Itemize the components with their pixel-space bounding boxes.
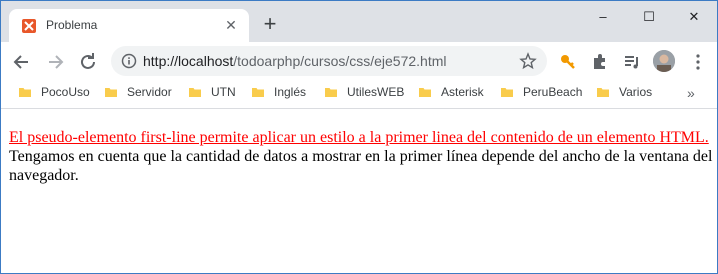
page-content: El pseudo-elemento first-line permite ap… xyxy=(1,109,717,273)
folder-icon xyxy=(189,86,201,98)
bookmarks-bar: PocoUso Servidor UTN Inglés UtilesWEB As… xyxy=(1,80,717,109)
more-menu-icon[interactable] xyxy=(688,52,708,72)
maximize-button[interactable]: ☐ xyxy=(635,7,663,27)
tab-problema[interactable]: Problema ✕ xyxy=(9,9,249,42)
paragraph: El pseudo-elemento first-line permite ap… xyxy=(9,128,713,185)
folder-icon xyxy=(419,86,431,98)
media-queue-icon[interactable] xyxy=(622,52,642,72)
bookmark-label: Inglés xyxy=(274,85,307,99)
bookmark-label: UtilesWEB xyxy=(347,85,405,99)
info-icon[interactable] xyxy=(121,53,137,69)
forward-arrow-icon[interactable] xyxy=(44,51,66,73)
bookmark-label: UTN xyxy=(211,85,236,99)
folder-icon xyxy=(19,86,31,98)
new-tab-plus-icon[interactable]: + xyxy=(260,13,280,35)
bookmark-folder-asterisk[interactable]: Asterisk xyxy=(419,85,484,103)
bookmark-label: Servidor xyxy=(127,85,172,99)
minimize-button[interactable]: – xyxy=(589,7,617,27)
folder-icon xyxy=(597,86,609,98)
bookmark-folder-utilesweb[interactable]: UtilesWEB xyxy=(325,85,404,103)
bookmarks-overflow-chevron-icon[interactable]: » xyxy=(687,85,695,101)
xampp-favicon-icon xyxy=(22,19,36,33)
bookmark-folder-pocouso[interactable]: PocoUso xyxy=(19,85,90,103)
bookmark-label: Varios xyxy=(619,85,653,99)
folder-icon xyxy=(501,86,513,98)
toolbar: http://localhost/todoarphp/cursos/css/ej… xyxy=(1,42,717,80)
folder-icon xyxy=(325,86,337,98)
bookmark-star-icon[interactable] xyxy=(519,52,537,70)
extensions-puzzle-icon[interactable] xyxy=(590,52,610,72)
back-arrow-icon[interactable] xyxy=(11,51,33,73)
url-host: http://localhost xyxy=(143,53,234,69)
bookmark-label: PocoUso xyxy=(41,85,90,99)
folder-icon xyxy=(252,86,264,98)
tab-title: Problema xyxy=(46,18,98,32)
bookmark-label: PeruBeach xyxy=(523,85,583,99)
browser-window: Problema ✕ + – ☐ ✕ http://localhost/todo… xyxy=(0,0,718,274)
profile-photo-icon xyxy=(653,50,675,72)
bookmark-folder-ingles[interactable]: Inglés xyxy=(252,85,306,103)
key-icon[interactable] xyxy=(558,52,578,72)
bookmark-folder-perubeach[interactable]: PeruBeach xyxy=(501,85,582,103)
bookmark-folder-utn[interactable]: UTN xyxy=(189,85,236,103)
window-close-button[interactable]: ✕ xyxy=(680,7,708,27)
reload-icon[interactable] xyxy=(77,51,99,73)
close-icon[interactable]: ✕ xyxy=(223,17,239,33)
first-line-text: El pseudo-elemento first-line permite ap… xyxy=(9,129,709,146)
address-bar[interactable]: http://localhost/todoarphp/cursos/css/ej… xyxy=(111,46,547,76)
bookmark-folder-servidor[interactable]: Servidor xyxy=(105,85,172,103)
paragraph-rest-text: Tengamos en cuenta que la cantidad de da… xyxy=(9,148,713,184)
folder-icon xyxy=(105,86,117,98)
bookmark-folder-varios[interactable]: Varios xyxy=(597,85,652,103)
url-path: /todoarphp/cursos/css/eje572.html xyxy=(233,53,447,69)
bookmark-label: Asterisk xyxy=(441,85,484,99)
profile-avatar[interactable] xyxy=(653,50,675,72)
tab-strip: Problema ✕ + – ☐ ✕ xyxy=(1,1,717,42)
url-text[interactable]: http://localhost/todoarphp/cursos/css/ej… xyxy=(143,53,447,69)
